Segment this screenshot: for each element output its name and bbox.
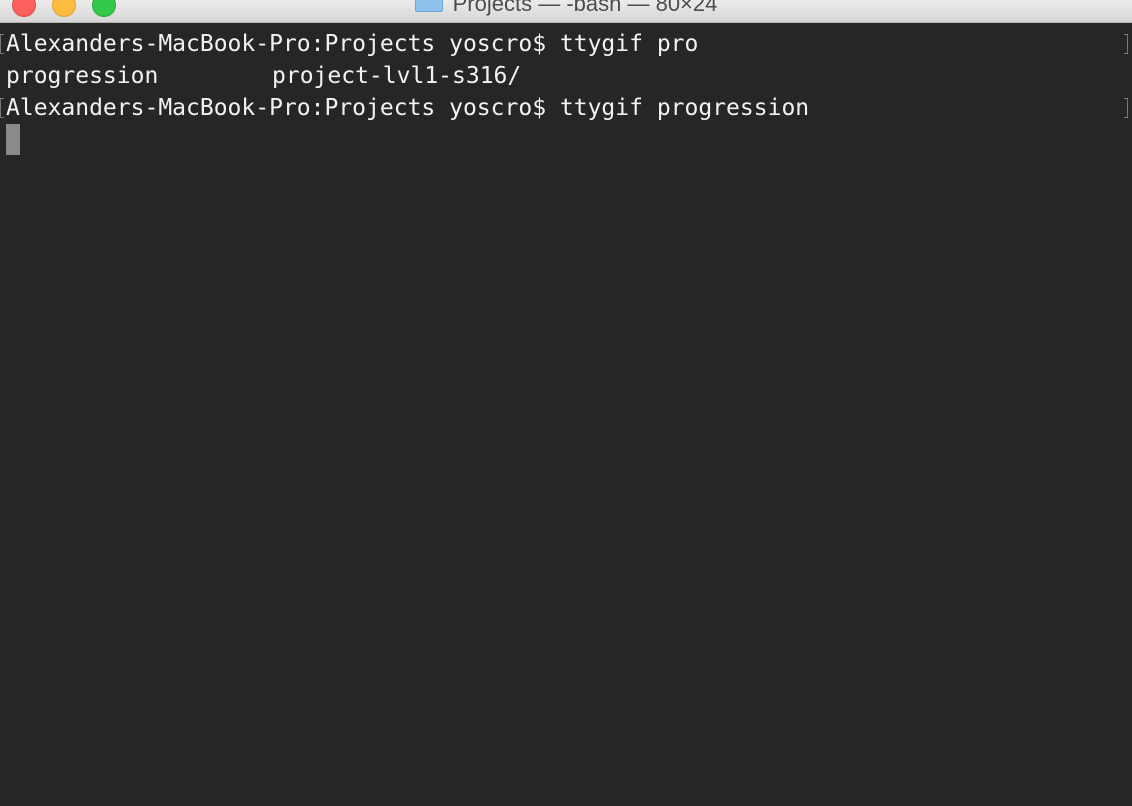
completion-item-progression: progression	[6, 63, 159, 89]
folder-icon	[414, 0, 443, 13]
text-cursor	[6, 124, 20, 155]
terminal-line-command: Alexanders-MacBook-Pro:Projects yoscro$ …	[6, 31, 699, 57]
completion-item-project: project-lvl1-s316/	[272, 63, 522, 89]
prompt-mark-left-2	[0, 98, 4, 118]
window-title-container: Projects — -bash — 80×24	[0, 0, 1132, 17]
prompt-mark-left	[0, 34, 4, 54]
terminal-window: Projects — -bash — 80×24 Alexanders-MacB…	[0, 0, 1132, 806]
window-title: Projects — -bash — 80×24	[452, 0, 718, 16]
prompt-mark-right	[1124, 34, 1128, 54]
terminal-content[interactable]: Alexanders-MacBook-Pro:Projects yoscro$ …	[0, 23, 1132, 806]
title-bar[interactable]: Projects — -bash — 80×24	[0, 0, 1132, 23]
terminal-line-command-2: Alexanders-MacBook-Pro:Projects yoscro$ …	[6, 95, 810, 121]
prompt-mark-right-2	[1124, 98, 1128, 118]
